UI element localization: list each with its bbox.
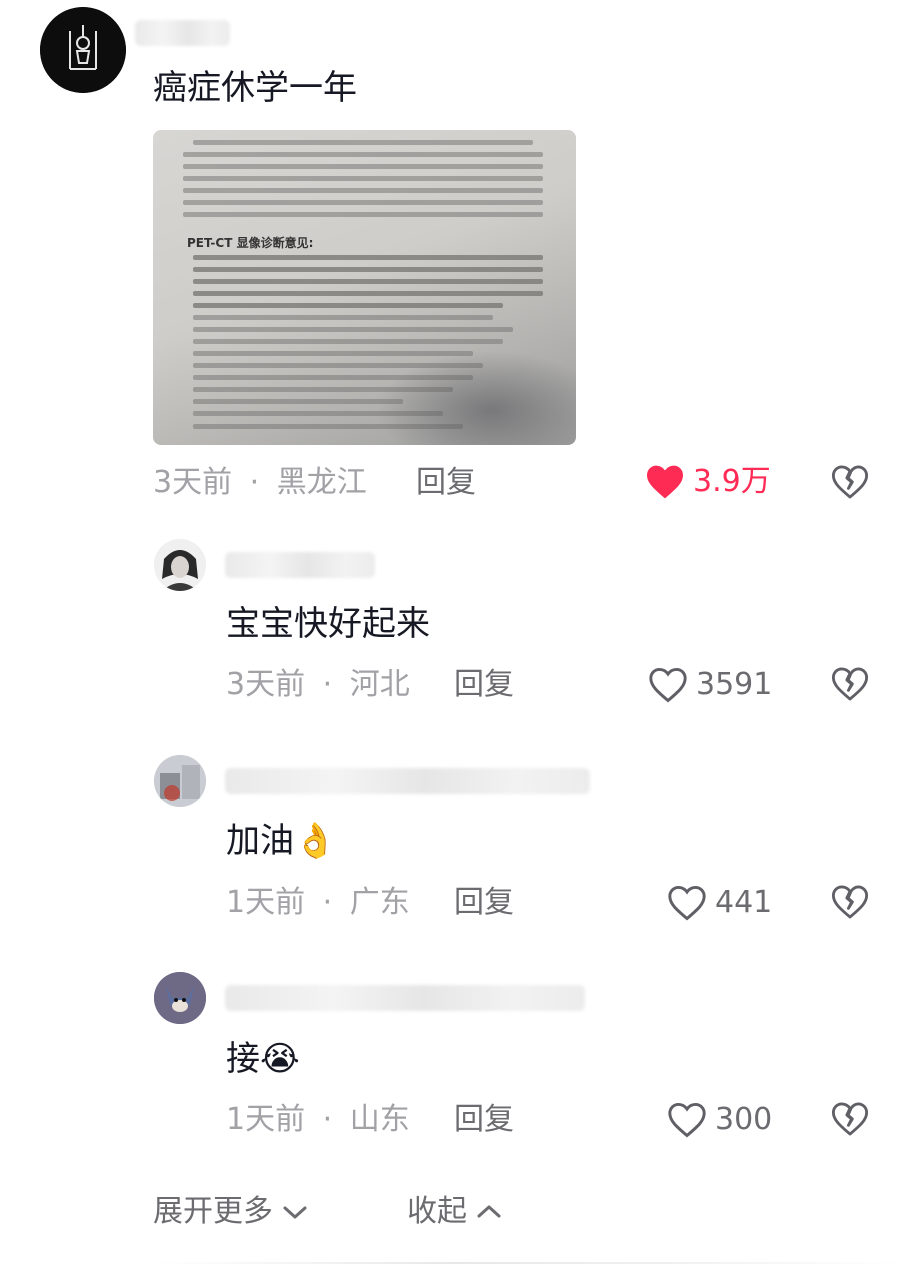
like-count: 3.9万	[693, 464, 771, 499]
reply-button[interactable]: 回复	[454, 1102, 514, 1138]
comment-time: 3天前	[226, 667, 306, 702]
avatar[interactable]	[154, 539, 206, 591]
chevron-down-icon	[283, 1206, 307, 1219]
comment-meta: 1天前 · 广东	[226, 885, 410, 921]
dislike-button[interactable]	[831, 666, 869, 706]
avatar[interactable]	[40, 7, 126, 93]
collapse-label: 收起	[407, 1194, 467, 1229]
heart-icon	[668, 885, 706, 921]
image-heading: PET-CT 显像诊断意见:	[187, 236, 314, 250]
footer-divider	[155, 1262, 905, 1264]
like-button[interactable]: 3.9万	[645, 462, 771, 502]
comment-time: 3天前	[153, 465, 233, 500]
comment-text: 宝宝快好起来	[226, 604, 430, 644]
username-blurred[interactable]	[225, 552, 375, 578]
username-blurred[interactable]	[225, 768, 590, 794]
username-blurred[interactable]	[135, 20, 230, 46]
like-count: 300	[715, 1102, 773, 1137]
meta-separator: ·	[322, 667, 333, 702]
comment-meta: 3天前 · 河北	[226, 667, 410, 703]
avatar-illustration	[154, 972, 206, 1024]
chevron-up-icon	[477, 1205, 501, 1218]
comment-time: 1天前	[226, 885, 306, 920]
heart-icon	[647, 465, 683, 499]
meta-separator: ·	[249, 465, 260, 500]
crying-emoji: 😭	[260, 1039, 300, 1079]
comment-region: 广东	[349, 885, 410, 920]
expand-more-label: 展开更多	[153, 1194, 273, 1229]
dislike-button[interactable]	[831, 1101, 869, 1141]
comment-meta: 3天前 · 黑龙江	[153, 465, 367, 501]
reply-button[interactable]: 回复	[416, 465, 476, 501]
comment-text: 癌症休学一年	[153, 68, 357, 108]
like-button[interactable]: 441	[667, 883, 772, 923]
dislike-button[interactable]	[831, 884, 869, 924]
dislike-button[interactable]	[831, 464, 869, 504]
meta-separator: ·	[322, 1102, 333, 1137]
comment-time: 1天前	[226, 1102, 306, 1137]
comment-meta: 1天前 · 山东	[226, 1102, 410, 1138]
like-count: 3591	[696, 667, 773, 702]
comment-region: 黑龙江	[276, 465, 367, 500]
comment-text-body: 接	[226, 1039, 260, 1079]
comment-text-body: 加油	[226, 821, 294, 861]
comment-region: 河北	[349, 667, 410, 702]
expand-more-button[interactable]: 展开更多	[153, 1194, 309, 1230]
avatar-illustration	[154, 539, 206, 591]
meta-separator: ·	[322, 885, 333, 920]
comment-text: 加油👌	[226, 821, 336, 861]
heart-icon	[649, 667, 687, 703]
broken-heart-icon	[831, 465, 869, 499]
broken-heart-icon	[831, 885, 869, 919]
reply-button[interactable]: 回复	[454, 885, 514, 921]
broken-heart-icon	[831, 667, 869, 701]
like-count: 441	[715, 885, 773, 920]
reply-button[interactable]: 回复	[454, 667, 514, 703]
broken-heart-icon	[831, 1102, 869, 1136]
comment-image[interactable]: PET-CT 显像诊断意见:	[153, 130, 576, 445]
collapse-button[interactable]: 收起	[407, 1194, 503, 1230]
comment-text: 接😭	[226, 1039, 300, 1079]
avatar[interactable]	[154, 755, 206, 807]
heart-icon	[668, 1102, 706, 1138]
ok-hand-emoji: 👌	[294, 821, 337, 861]
like-button[interactable]: 300	[667, 1100, 772, 1140]
like-button[interactable]: 3591	[648, 665, 772, 705]
avatar-illustration	[40, 7, 126, 93]
comment-region: 山东	[349, 1102, 410, 1137]
avatar-illustration	[154, 755, 206, 807]
avatar[interactable]	[154, 972, 206, 1024]
username-blurred[interactable]	[225, 985, 585, 1011]
